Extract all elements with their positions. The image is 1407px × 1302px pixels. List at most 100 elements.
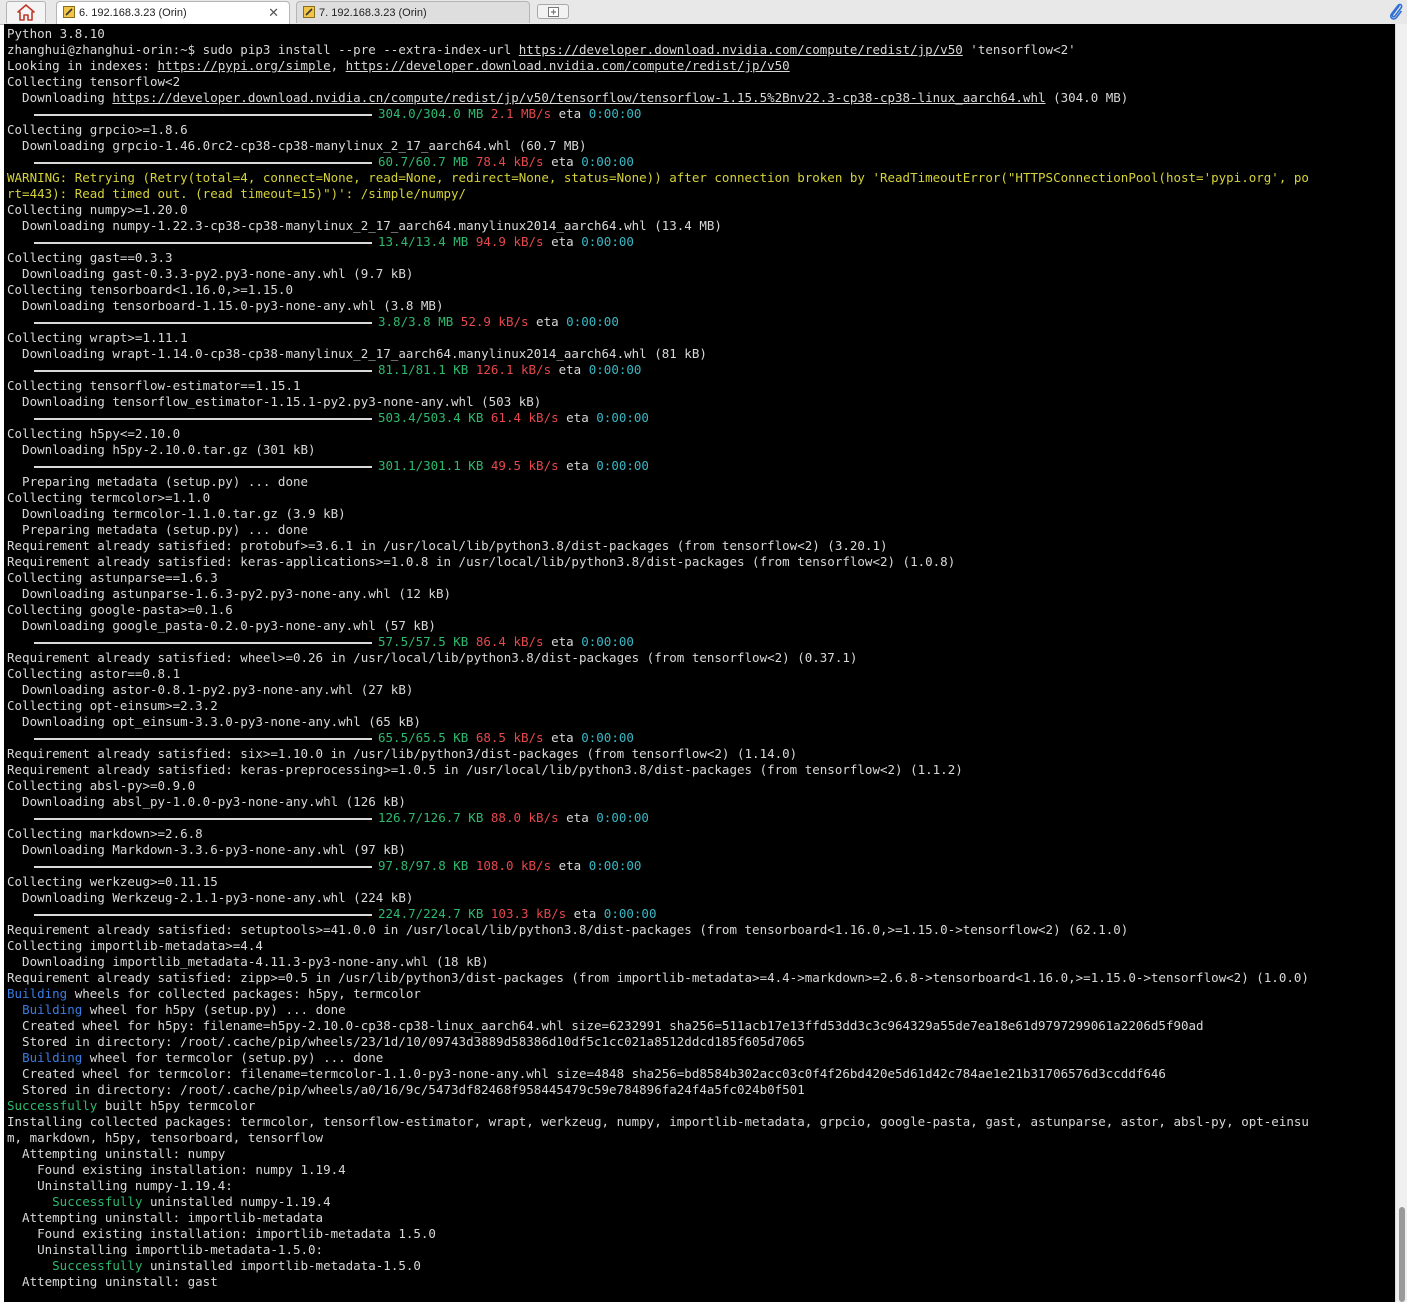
terminal-text: uninstalled importlib-metadata-1.5.0 [142,1258,421,1273]
home-icon [17,4,35,21]
terminal-output[interactable]: Python 3.8.10 zhanghui@zhanghui-orin:~$ s… [4,24,1395,1302]
terminal-text: Downloading Werkzeug-2.1.1-py3-none-any.… [7,890,414,905]
terminal-text: WARNING: Retrying (Retry(total=4, connec… [7,170,1309,185]
terminal-text: Collecting werkzeug>=0.11.15 [7,874,218,889]
terminal-text: Collecting wrapt>=1.11.1 [7,330,188,345]
terminal-line: 65.5/65.5 KB 68.5 kB/s eta 0:00:00 [7,730,1393,746]
terminal-line: Collecting wrapt>=1.11.1 [7,330,1393,346]
terminal-line: Collecting google-pasta>=0.1.6 [7,602,1393,618]
terminal-text: eta [543,154,582,169]
terminal-text: eta [543,634,582,649]
terminal-text: eta [566,906,604,921]
tab-session-7[interactable]: 7. 192.168.3.23 (Orin) [296,1,530,23]
terminal-line: 3.8/3.8 MB 52.9 kB/s eta 0:00:00 [7,314,1393,330]
terminal-text: 57.5/57.5 KB [378,634,469,649]
terminal-text: Requirement already satisfied: six>=1.10… [7,746,798,761]
terminal-text: m, markdown, h5py, tensorboard, tensorfl… [7,1130,324,1145]
terminal-text: Attempting uninstall: gast [7,1274,218,1289]
scrollbar-thumb[interactable] [1399,1207,1405,1302]
terminal-text: 49.5 kB/s [490,458,559,473]
terminal-line: Requirement already satisfied: setuptool… [7,922,1393,938]
tab-bar: 6. 192.168.3.23 (Orin) ✕ 7. 192.168.3.23… [0,0,1407,25]
terminal-text: 0:00:00 [596,458,649,473]
terminal-line: Found existing installation: importlib-m… [7,1226,1393,1242]
terminal-text: Downloading termcolor-1.1.0.tar.gz (3.9 … [7,506,346,521]
terminal-line: Downloading termcolor-1.1.0.tar.gz (3.9 … [7,506,1393,522]
terminal-text: Downloading gast-0.3.3-py2.py3-none-any.… [7,266,414,281]
terminal-text: 503.4/503.4 KB [378,410,484,425]
terminal-text: rt=443): Read timed out. (read timeout=1… [7,186,467,201]
tab-label: 6. 192.168.3.23 (Orin) [79,7,187,19]
terminal-text: Requirement already satisfied: keras-pre… [7,762,963,777]
terminal-line: zhanghui@zhanghui-orin:~$ sudo pip3 inst… [7,42,1393,58]
terminal-text: eta [558,458,597,473]
terminal-text: 13.4/13.4 MB [378,234,469,249]
terminal-text: Collecting astor==0.8.1 [7,666,181,681]
terminal-text: 3.8/3.8 MB [378,314,454,329]
terminal-line: Uninstalling importlib-metadata-1.5.0: [7,1242,1393,1258]
terminal-text: Downloading Markdown-3.3.6-py3-none-any.… [7,842,406,857]
terminal-link[interactable]: https://developer.download.nvidia.com/co… [346,58,790,73]
terminal-link[interactable]: https://developer.download.nvidia.cn/com… [112,90,1045,105]
terminal-text: Collecting tensorflow<2 [7,74,181,89]
terminal-line: 60.7/60.7 MB 78.4 kB/s eta 0:00:00 [7,154,1393,170]
terminal-text: Collecting h5py<=2.10.0 [7,426,181,441]
terminal-link[interactable]: https://pypi.org/simple [158,58,331,73]
progress-bar [34,817,372,820]
close-icon[interactable]: ✕ [268,5,279,21]
terminal-line: Downloading Werkzeug-2.1.1-py3-none-any.… [7,890,1393,906]
terminal-text: 0:00:00 [566,314,619,329]
terminal-text: Collecting termcolor>=1.1.0 [7,490,211,505]
progress-bar [34,865,372,868]
terminal-line: 57.5/57.5 KB 86.4 kB/s eta 0:00:00 [7,634,1393,650]
vertical-scrollbar[interactable] [1395,24,1407,1302]
terminal-text: wheel for termcolor (setup.py) ... done [82,1050,384,1065]
tab-session-6[interactable]: 6. 192.168.3.23 (Orin) ✕ [56,1,290,25]
terminal-line: Building wheel for termcolor (setup.py) … [7,1050,1393,1066]
terminal-text: 224.7/224.7 KB [378,906,484,921]
terminal-line: Collecting tensorflow<2 [7,74,1393,90]
terminal-text: Collecting grpcio>=1.8.6 [7,122,188,137]
progress-bar [34,737,372,740]
terminal-text: 126.7/126.7 KB [378,810,484,825]
terminal-text: Downloading opt_einsum-3.3.0-py3-none-an… [7,714,421,729]
terminal-text: 0:00:00 [603,906,657,921]
terminal-line: Installing collected packages: termcolor… [7,1114,1393,1130]
terminal-line: Preparing metadata (setup.py) ... done [7,522,1393,538]
terminal-icon [303,6,315,18]
terminal-text: Building [7,986,68,1001]
terminal-line: Collecting tensorflow-estimator==1.15.1 [7,378,1393,394]
terminal-text: Downloading astunparse-1.6.3-py2.py3-non… [7,586,452,601]
terminal-line: Collecting termcolor>=1.1.0 [7,490,1393,506]
terminal-text: 0:00:00 [581,234,634,249]
terminal-line: Collecting gast==0.3.3 [7,250,1393,266]
terminal-line: Requirement already satisfied: keras-pre… [7,762,1393,778]
terminal-line: Attempting uninstall: gast [7,1274,1393,1290]
progress-bar [34,465,372,468]
terminal-text: 0:00:00 [581,634,634,649]
terminal-text: 0:00:00 [581,154,634,169]
terminal-line: Collecting grpcio>=1.8.6 [7,122,1393,138]
tab-label: 7. 192.168.3.23 (Orin) [319,7,427,19]
terminal-line: Requirement already satisfied: keras-app… [7,554,1393,570]
terminal-text: Collecting markdown>=2.6.8 [7,826,203,841]
terminal-text: 0:00:00 [588,858,642,873]
terminal-text: 'tensorflow<2' [962,42,1076,57]
terminal-line: Downloading opt_einsum-3.3.0-py3-none-an… [7,714,1393,730]
home-button[interactable] [6,1,46,23]
terminal-text: 304.0/304.0 MB [378,106,484,121]
terminal-link[interactable]: https://developer.download.nvidia.com/co… [519,42,963,57]
progress-bar [34,321,372,324]
new-tab-button[interactable] [537,4,569,19]
terminal-line: Building wheels for collected packages: … [7,986,1393,1002]
terminal-icon [63,6,75,18]
terminal-line: 126.7/126.7 KB 88.0 kB/s eta 0:00:00 [7,810,1393,826]
paperclip-icon[interactable] [1388,2,1404,21]
terminal-line: Attempting uninstall: importlib-metadata [7,1210,1393,1226]
progress-bar [34,417,372,420]
terminal-text: Downloading grpcio-1.46.0rc2-cp38-cp38-m… [7,138,587,153]
